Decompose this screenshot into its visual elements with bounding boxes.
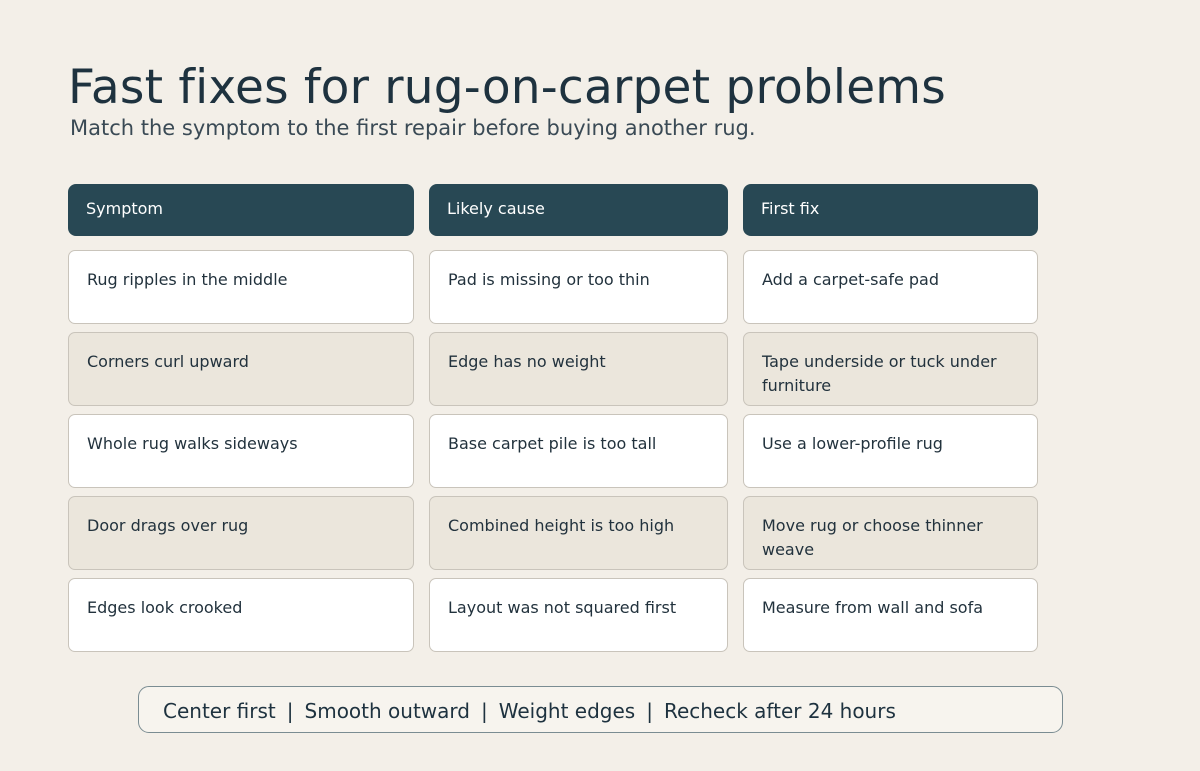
fix-cell: Use a lower-profile rug [743, 414, 1038, 488]
step-separator: | [646, 699, 653, 723]
steps-summary-bar: Center first | Smooth outward | Weight edges… [138, 686, 1063, 733]
symptom-cell: Corners curl upward [68, 332, 414, 406]
troubleshooting-table: Symptom Likely cause First fix Rug rippl… [68, 184, 1038, 660]
symptom-cell: Door drags over rug [68, 496, 414, 570]
fix-cell: Add a carpet-safe pad [743, 250, 1038, 324]
page-subtitle: Match the symptom to the first repair be… [70, 116, 756, 140]
symptom-cell: Whole rug walks sideways [68, 414, 414, 488]
step-separator: | [286, 699, 294, 723]
step-smooth-outward: Smooth outward [304, 699, 470, 723]
cause-cell: Base carpet pile is too tall [429, 414, 728, 488]
column-header-first-fix: First fix [743, 184, 1038, 236]
symptom-cell: Edges look crooked [68, 578, 414, 652]
step-center-first: Center first [163, 699, 276, 723]
symptom-cell: Rug ripples in the middle [68, 250, 414, 324]
fix-cell: Move rug or choose thinner weave [743, 496, 1038, 570]
fix-cell: Measure from wall and sofa [743, 578, 1038, 652]
column-header-likely-cause: Likely cause [429, 184, 728, 236]
cause-cell: Combined height is too high [429, 496, 728, 570]
cause-cell: Layout was not squared first [429, 578, 728, 652]
page-title: Fast fixes for rug-on-carpet problems [68, 60, 946, 115]
step-recheck: Recheck after 24 hours [663, 699, 896, 723]
cause-cell: Pad is missing or too thin [429, 250, 728, 324]
step-separator: | [480, 699, 488, 723]
column-header-symptom: Symptom [68, 184, 414, 236]
fix-cell: Tape underside or tuck under furniture [743, 332, 1038, 406]
step-weight-edges: Weight edges [498, 699, 636, 723]
cause-cell: Edge has no weight [429, 332, 728, 406]
